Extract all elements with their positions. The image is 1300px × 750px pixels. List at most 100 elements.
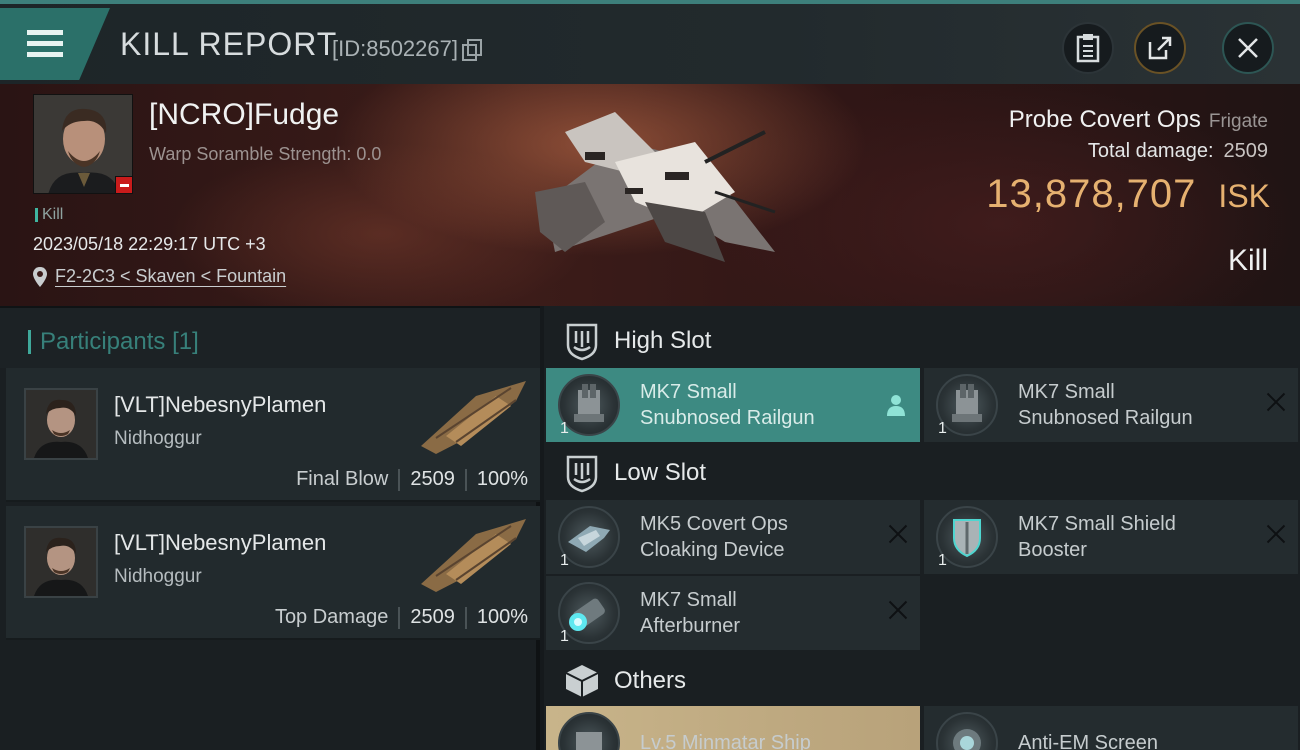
participant-tag: Top Damage <box>274 606 389 628</box>
participants-label: Participants <box>40 328 166 355</box>
close-icon <box>1238 38 1258 58</box>
total-damage-label: Total damage: <box>1087 140 1214 162</box>
participants-header: Participants [1] <box>0 306 540 368</box>
participant-row[interactable]: [VLT]NebesnyPlamen Nidhoggur Top Damage … <box>6 506 540 640</box>
module-name: MK7 Small Snubnosed Railgun <box>640 379 860 431</box>
module-name-line1: MK7 Small Shield <box>1018 513 1176 535</box>
participant-ship-image <box>421 381 526 454</box>
module-name: MK7 Small Snubnosed Railgun <box>1018 379 1238 431</box>
low-slot-header: Low Slot <box>544 442 1300 504</box>
participant-damage: 2509 <box>410 468 455 490</box>
item-slot[interactable]: Lv.5 Minmatar Ship <box>546 706 920 750</box>
module-slot[interactable]: 1 MK5 Covert Ops Cloaking Device <box>546 500 920 574</box>
kill-tag: Kill <box>35 206 63 224</box>
report-id[interactable]: [ID:8502267] <box>332 36 482 62</box>
location-pin-icon <box>33 266 47 287</box>
stats-divider <box>398 468 401 491</box>
module-name-line1: MK7 Small <box>640 381 737 403</box>
victim-ship-image <box>535 112 776 262</box>
module-name: MK7 Small Afterburner <box>640 587 860 639</box>
warp-scramble-strength: Warp Soramble Strength: 0.0 <box>149 144 382 164</box>
module-name-line1: MK7 Small <box>1018 381 1115 403</box>
module-name: MK7 Small Shield Booster <box>1018 511 1238 563</box>
participant-row[interactable]: [VLT]NebesnyPlamen Nidhoggur Final Blow … <box>6 368 540 502</box>
participant-damage: 2509 <box>410 606 455 628</box>
stats-divider <box>464 468 467 491</box>
participants-count: [1] <box>172 328 199 355</box>
participant-ship: Nidhoggur <box>114 428 202 449</box>
destroyed-x-icon <box>888 524 908 544</box>
item-name: Anti-EM Screen <box>1018 730 1238 750</box>
module-slot[interactable]: 1 MK7 Small Shield Booster <box>924 500 1298 574</box>
participant-ship-image <box>421 519 526 592</box>
destroyed-x-icon <box>1266 524 1286 544</box>
high-slot-icon <box>566 323 598 361</box>
module-name-line2: Booster <box>1018 539 1087 561</box>
kill-location[interactable]: F2-2C3 < Skaven < Fountain <box>33 266 286 287</box>
clipboard-icon <box>1076 34 1100 63</box>
fitting-panel: High Slot 1 MK7 Small Snubnosed Railgun … <box>544 306 1300 750</box>
module-name-line2: Afterburner <box>640 615 741 637</box>
share-icon <box>1148 36 1172 60</box>
isk-unit: ISK <box>1218 178 1270 214</box>
victim-ship-info[interactable]: Probe Covert Ops Frigate <box>1009 106 1268 134</box>
share-button[interactable] <box>1134 22 1186 74</box>
title-bar: KILL REPORT [ID:8502267] <box>0 0 1300 84</box>
module-qty: 1 <box>560 420 569 437</box>
others-label: Others <box>614 667 687 694</box>
victim-name[interactable]: [NCRO]Fudge <box>149 98 339 132</box>
module-name-line1: MK7 Small <box>640 589 737 611</box>
destroyed-x-icon <box>1266 392 1286 412</box>
clipboard-button[interactable] <box>1062 22 1114 74</box>
avatar-image <box>26 390 96 458</box>
destroyed-badge <box>115 176 133 194</box>
isk-value-row: 13,878,707 ISK <box>986 172 1270 217</box>
page-title: KILL REPORT <box>120 26 338 62</box>
item-name-line1: Lv.5 Minmatar Ship <box>640 732 811 750</box>
module-name-line2: Snubnosed Railgun <box>1018 407 1193 429</box>
item-slot[interactable]: Anti-EM Screen <box>924 706 1298 750</box>
menu-button[interactable] <box>0 8 110 80</box>
ship-name: Probe Covert Ops <box>1008 106 1201 133</box>
avatar-image <box>26 528 96 596</box>
others-header: Others <box>544 650 1300 712</box>
module-slot[interactable]: 1 MK7 Small Snubnosed Railgun <box>924 368 1298 442</box>
participants-title: Participants [1] <box>40 328 199 356</box>
module-slot[interactable]: 1 MK7 Small Afterburner <box>546 576 920 650</box>
stats-divider <box>398 606 401 629</box>
module-qty: 1 <box>938 552 947 569</box>
close-button[interactable] <box>1222 22 1274 74</box>
destroyed-x-icon <box>888 600 908 620</box>
total-damage-value: 2509 <box>1223 140 1269 162</box>
participant-tag: Final Blow <box>296 468 389 490</box>
participant-stats: Final Blow 2509 100% <box>296 468 528 491</box>
report-id-text: [ID:8502267] <box>332 36 458 61</box>
dropped-person-icon <box>887 395 905 416</box>
module-qty: 1 <box>938 420 947 437</box>
location-link[interactable]: F2-2C3 < Skaven < Fountain <box>55 266 286 287</box>
module-slot[interactable]: 1 MK7 Small Snubnosed Railgun <box>546 368 920 442</box>
victim-banner: [NCRO]Fudge Warp Soramble Strength: 0.0 … <box>0 84 1300 306</box>
participant-avatar[interactable] <box>24 388 98 460</box>
participant-percent: 100% <box>476 606 528 628</box>
module-qty: 1 <box>560 628 569 645</box>
kill-tag-label: Kill <box>42 206 64 223</box>
module-qty: 1 <box>560 552 569 569</box>
participant-avatar[interactable] <box>24 526 98 598</box>
isk-value: 13,878,707 <box>986 172 1197 216</box>
anti-em-screen-icon <box>936 712 998 750</box>
low-slot-label: Low Slot <box>614 459 707 486</box>
total-damage: Total damage: 2509 <box>1088 140 1268 163</box>
participant-stats: Top Damage 2509 100% <box>275 606 528 629</box>
copy-icon[interactable] <box>461 39 482 61</box>
kill-result: Kill <box>1227 244 1268 277</box>
kill-datetime: 2023/05/18 22:29:17 UTC +3 <box>33 234 266 254</box>
participant-name: [VLT]NebesnyPlamen <box>114 530 327 555</box>
module-name-line2: Snubnosed Railgun <box>640 407 815 429</box>
participant-ship: Nidhoggur <box>114 566 202 587</box>
item-name-line1: Anti-EM Screen <box>1018 732 1159 750</box>
item-name: Lv.5 Minmatar Ship <box>640 730 860 750</box>
high-slot-label: High Slot <box>614 327 712 354</box>
hamburger-icon <box>27 30 63 58</box>
stats-divider <box>464 606 467 629</box>
